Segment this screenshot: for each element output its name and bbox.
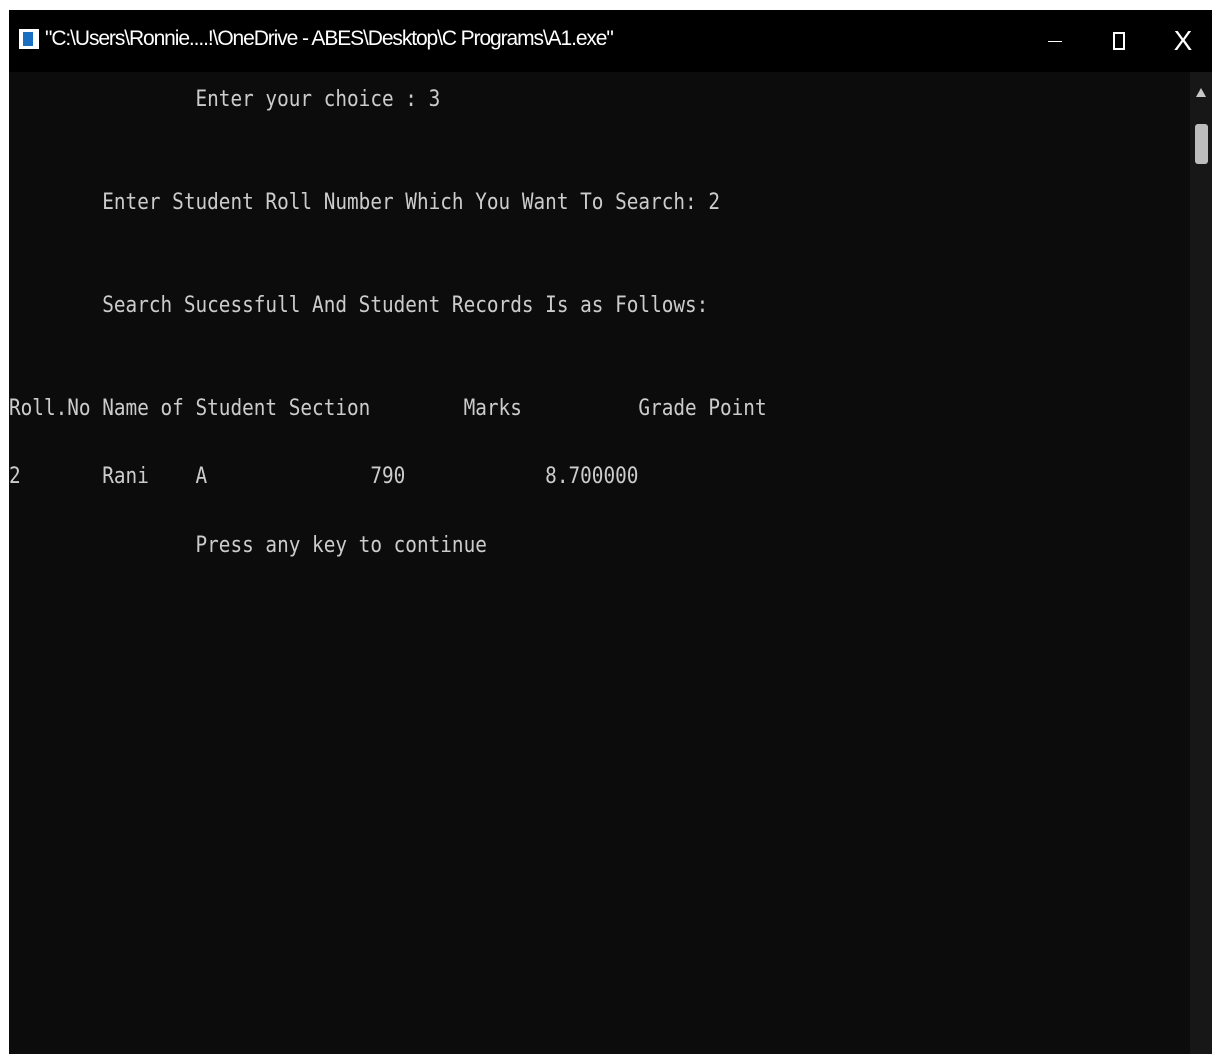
window-title: "C:\Users\Ronnie....!\OneDrive - ABES\De… [45,27,614,50]
console-window: "C:\Users\Ronnie....!\OneDrive - ABES\De… [9,10,1212,1054]
console-line-choice: Enter your choice : 3 [9,87,441,112]
console-output[interactable]: Enter your choice : 3 Enter Student Roll… [9,72,1189,1054]
title-bar[interactable]: "C:\Users\Ronnie....!\OneDrive - ABES\De… [9,10,1212,72]
close-icon: X [1173,25,1193,56]
console-line-search-prompt: Enter Student Roll Number Which You Want… [9,190,720,215]
console-app-icon-inner [23,32,33,46]
console-app-icon[interactable] [19,29,39,49]
minimize-button[interactable] [1024,10,1086,72]
maximize-icon [1113,32,1125,50]
vertical-scrollbar[interactable] [1190,72,1212,1054]
console-line-continue: Press any key to continue [9,533,487,558]
scroll-up-arrow-icon[interactable] [1196,88,1206,97]
close-button[interactable]: X [1152,10,1212,72]
scrollbar-thumb[interactable] [1195,124,1208,164]
console-line-table-header: Roll.No Name of Student Section Marks Gr… [9,396,767,421]
maximize-button[interactable] [1088,10,1150,72]
console-line-table-row: 2 Rani A 790 8.700000 [9,464,639,489]
minimize-icon [1048,40,1062,42]
console-line-search-result: Search Sucessfull And Student Records Is… [9,293,709,318]
